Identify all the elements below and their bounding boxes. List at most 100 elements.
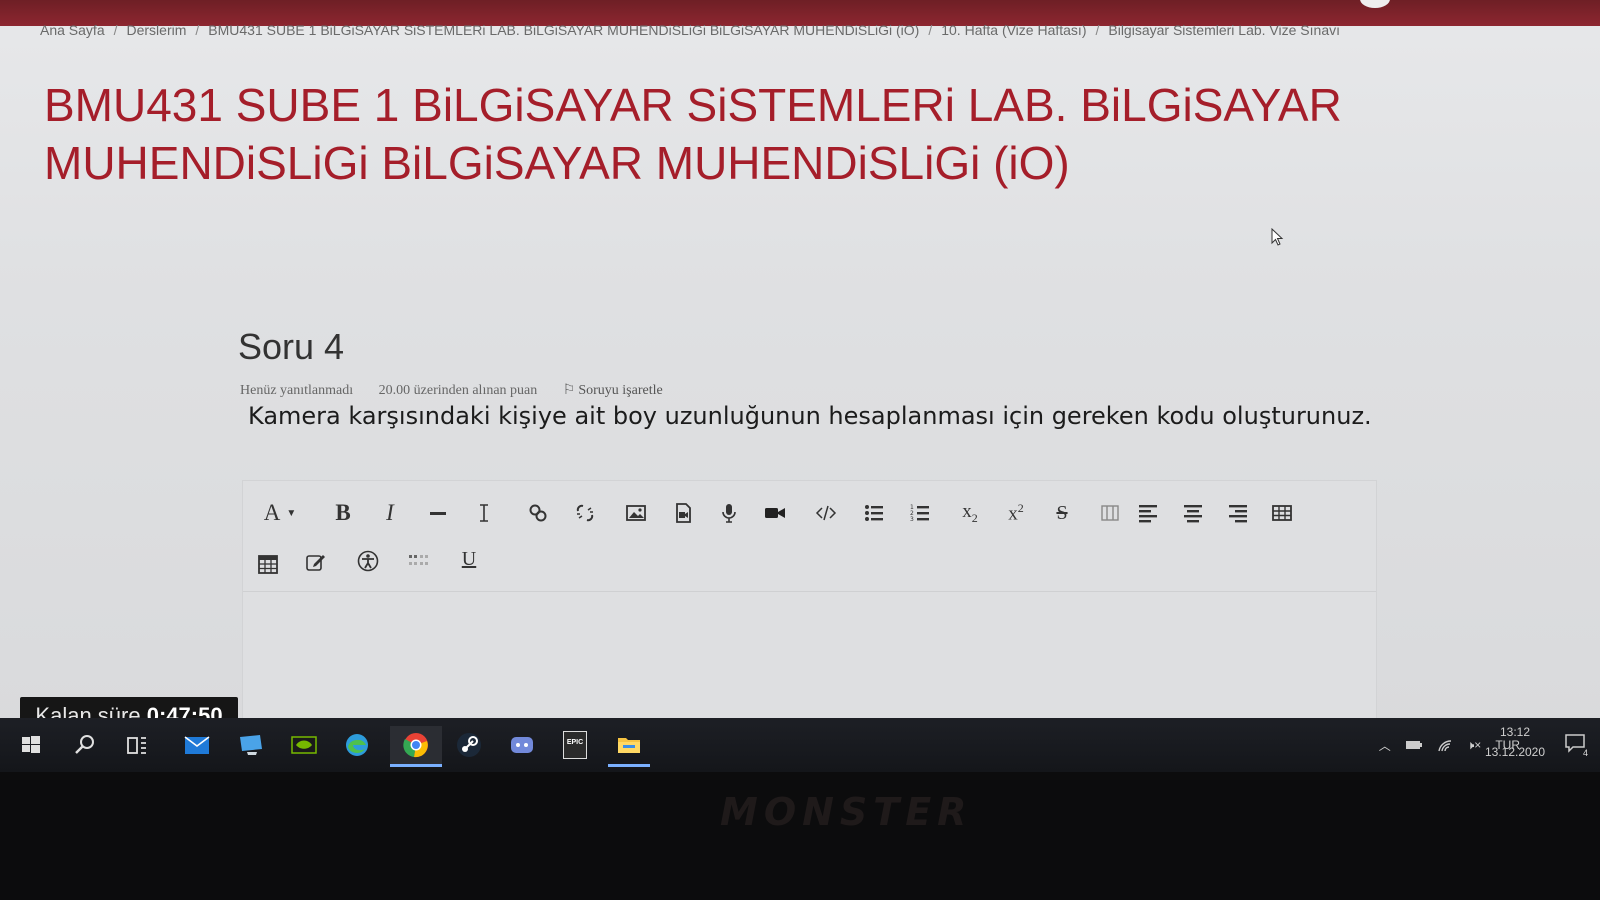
mail-icon	[184, 736, 210, 754]
edit-icon	[306, 555, 325, 571]
file-explorer-app[interactable]	[608, 726, 650, 767]
question-info: Henüz yanıtlanmadı 20.00 üzerinden alına…	[240, 382, 663, 399]
search-icon	[75, 735, 94, 754]
editor-toolbar: A ▼ B I 1 2 3 x2 x2 S U	[243, 481, 1376, 591]
breadcrumb-course[interactable]: BMU431 SUBE 1 BiLGiSAYAR SiSTEMLERi LAB.…	[208, 22, 919, 38]
desktop-app[interactable]	[232, 726, 270, 764]
video-camera-icon	[765, 508, 785, 518]
clock-date: 13.12.2020	[1484, 745, 1546, 759]
steam-app[interactable]	[450, 726, 488, 764]
insert-media-button[interactable]	[666, 496, 700, 530]
horizontal-rule-button[interactable]	[421, 496, 455, 530]
breadcrumb-courses[interactable]: Derslerim	[127, 22, 187, 38]
align-center-icon	[1184, 505, 1202, 523]
underline-button[interactable]: U	[452, 542, 486, 576]
answer-text-area[interactable]	[243, 591, 1376, 722]
insert-image-button[interactable]	[619, 496, 653, 530]
edge-browser[interactable]	[338, 726, 376, 764]
numbered-list-icon: 123	[910, 504, 929, 523]
italic-button[interactable]: I	[373, 496, 407, 530]
special-characters-button[interactable]	[401, 543, 435, 577]
nvidia-icon	[291, 736, 317, 754]
bold-button[interactable]: B	[326, 496, 360, 530]
microphone-icon	[722, 504, 736, 523]
edit-button[interactable]	[299, 545, 333, 579]
ordered-list-button[interactable]: 123	[903, 496, 937, 530]
breadcrumb-separator: /	[195, 22, 200, 38]
html-button[interactable]	[809, 496, 843, 530]
image-icon	[626, 505, 646, 521]
table-icon	[1272, 505, 1292, 521]
wifi-icon[interactable]	[1437, 738, 1453, 752]
accessibility-icon	[357, 550, 379, 572]
superscript-button[interactable]: x2	[999, 496, 1033, 530]
chrome-browser[interactable]	[390, 726, 442, 767]
epic-games-icon: EPIC	[563, 731, 587, 759]
start-button[interactable]	[12, 726, 50, 764]
bullet-list-icon	[865, 505, 883, 521]
breadcrumb-separator: /	[113, 22, 118, 38]
chrome-icon	[403, 733, 428, 758]
columns-icon	[1101, 505, 1119, 521]
flag-icon: ⚐	[562, 383, 576, 398]
link-button[interactable]	[521, 496, 555, 530]
breadcrumb-separator: /	[928, 22, 933, 38]
notification-count: 4	[1582, 748, 1588, 758]
breadcrumb-separator: /	[1095, 22, 1100, 38]
horizontal-rule-icon	[430, 512, 446, 515]
task-view-button[interactable]	[118, 726, 156, 764]
epic-games-app[interactable]: EPIC	[556, 726, 594, 764]
monitor-icon	[240, 735, 262, 755]
question-status: Henüz yanıtlanmadı	[240, 383, 354, 398]
font-color-button[interactable]: A ▼	[255, 496, 305, 530]
epic-games-label: EPIC	[566, 739, 584, 746]
align-center-button[interactable]	[1176, 496, 1210, 530]
user-avatar[interactable]	[1360, 0, 1390, 8]
system-clock[interactable]: 13:12 13.12.2020	[1480, 722, 1550, 762]
insert-table-button[interactable]	[1265, 496, 1299, 530]
align-left-button[interactable]	[1131, 496, 1165, 530]
unordered-list-button[interactable]	[857, 496, 891, 530]
calculator-icon	[258, 555, 278, 574]
accessibility-button[interactable]	[351, 544, 385, 578]
breadcrumb-home[interactable]: Ana Sayfa	[40, 22, 105, 38]
mouse-cursor-icon	[1271, 227, 1285, 253]
browser-page: Ana Sayfa / Derslerim / BMU431 SUBE 1 BiLGiS…	[0, 0, 1600, 735]
strikethrough-button[interactable]: S	[1045, 496, 1079, 530]
answer-editor: A ▼ B I 1 2 3 x2 x2 S U	[242, 480, 1377, 722]
bold-icon: B	[335, 500, 351, 525]
task-view-icon	[127, 737, 146, 754]
record-video-button[interactable]	[758, 496, 792, 530]
clock-time: 13:12	[1499, 725, 1531, 739]
discord-icon	[511, 737, 533, 753]
battery-icon[interactable]	[1405, 739, 1423, 751]
windows-taskbar: EPIC ︿ 🕨× TUR 13:12 13.12.2020 4	[0, 718, 1600, 772]
flag-question-link[interactable]: ⚐ Soruyu işaretle	[563, 383, 663, 398]
search-button[interactable]	[66, 726, 104, 764]
clear-format-button[interactable]	[467, 496, 501, 530]
superscript-icon: x2	[1008, 500, 1024, 525]
unlink-button[interactable]	[568, 496, 602, 530]
discord-app[interactable]	[503, 726, 541, 764]
font-color-icon: A	[263, 500, 281, 525]
breadcrumb-week[interactable]: 10. Hafta (Vize Haftası)	[941, 22, 1086, 38]
question-points: 20.00 üzerinden alınan puan	[378, 383, 538, 398]
chevron-down-icon: ▼	[286, 507, 297, 519]
unlink-icon	[576, 504, 594, 522]
strikethrough-icon: S	[1056, 501, 1068, 524]
text-direction-button[interactable]	[1093, 496, 1127, 530]
equation-button[interactable]	[251, 547, 285, 581]
question-heading: Soru 4	[238, 326, 345, 367]
record-audio-button[interactable]	[712, 496, 746, 530]
nvidia-app[interactable]	[285, 726, 323, 764]
dots-grid-icon	[409, 555, 428, 565]
chevron-up-icon[interactable]: ︿	[1379, 737, 1391, 754]
breadcrumb: Ana Sayfa / Derslerim / BMU431 SUBE 1 BiLGiS…	[40, 22, 1460, 44]
mail-app[interactable]	[178, 726, 216, 764]
breadcrumb-exam[interactable]: Bilgisayar Sistemleri Lab. Vize Sınavı	[1108, 22, 1340, 38]
subscript-button[interactable]: x2	[953, 496, 987, 530]
align-right-button[interactable]	[1221, 496, 1255, 530]
notification-center-button[interactable]: 4	[1564, 732, 1588, 758]
subscript-icon: x2	[962, 500, 978, 525]
code-icon	[815, 505, 837, 521]
